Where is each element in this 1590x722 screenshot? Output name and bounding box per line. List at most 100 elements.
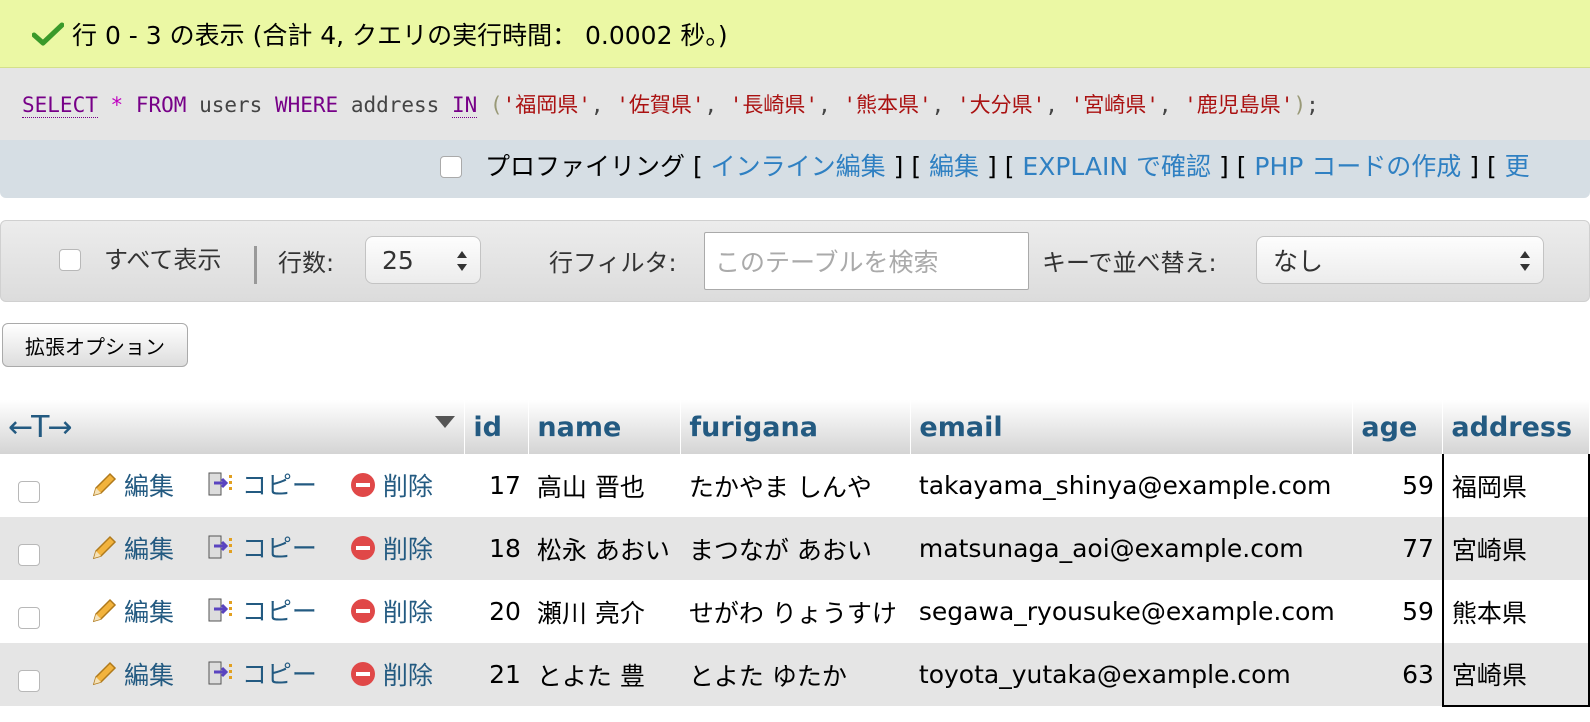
cell-address[interactable]: 福岡県 [1441,454,1590,517]
copy-action[interactable]: コピー [206,466,317,502]
sql-table: users [199,93,263,117]
cell-email[interactable]: segawa_ryousuke@example.com [910,580,1353,643]
cell-address[interactable]: 熊本県 [1441,580,1590,643]
extended-options-button[interactable]: 拡張オプション [2,323,188,367]
delete-action[interactable]: 削除 [349,593,433,629]
profiling-checkbox[interactable] [440,156,462,178]
edit-action[interactable]: 編集 [90,467,174,503]
check-icon [32,22,64,45]
cell-name[interactable]: とよた 豊 [528,643,681,706]
delete-icon [350,536,375,560]
row-filter-placeholder: このテーブルを検索 [715,248,939,277]
show-all-label[interactable]: すべて表示 [104,240,221,275]
cell-email[interactable]: matsunaga_aoi@example.com [910,517,1353,580]
delete-action[interactable]: 削除 [349,656,433,692]
pencil-icon [92,661,117,686]
cell-name[interactable]: 高山 晋也 [528,454,681,517]
edit-action[interactable]: 編集 [90,530,174,566]
inline-edit-link[interactable]: インライン編集 [711,152,886,181]
sort-key-label: キーで並べ替え: [1042,249,1217,277]
column-header-email[interactable]: email [910,400,1354,454]
cell-id[interactable]: 18 [464,517,529,580]
row-filter-label: 行フィルタ: [549,249,677,277]
delete-action[interactable]: 削除 [349,530,433,566]
cell-furigana[interactable]: まつなが あおい [680,517,911,580]
sql-column: address [350,93,440,117]
cell-furigana[interactable]: せがわ りょうすけ [680,580,911,643]
table-row: 編集 コピー 削除 21 とよた 豊 とよた ゆたか toyota_yutaka… [0,643,1590,707]
sql-query: SELECT * FROM users WHERE address IN ('福… [22,93,1319,118]
cell-age[interactable]: 63 [1352,643,1443,706]
row-checkbox[interactable] [18,607,40,629]
success-text: 行 0 - 3 の表示 (合計 4, クエリの実行時間： 0.0002 秒。) [72,20,728,50]
copy-icon [208,598,232,622]
edit-link[interactable]: 編集 [929,152,979,181]
show-all-checkbox[interactable] [59,249,81,271]
sort-key-value: なし [1273,247,1324,276]
sql-value: '宮崎県' [1070,93,1159,117]
sql-value: '熊本県' [843,93,932,117]
success-message: 行 0 - 3 の表示 (合計 4, クエリの実行時間： 0.0002 秒。) [0,0,1590,68]
column-header-furigana[interactable]: furigana [680,400,912,454]
sql-where: WHERE [274,93,339,117]
explain-link[interactable]: EXPLAIN で確認 [1022,152,1211,181]
sql-from: FROM [135,93,187,117]
copy-icon [208,472,232,496]
cell-id[interactable]: 17 [464,454,529,517]
edit-action[interactable]: 編集 [90,593,174,629]
rows-label: 行数: [278,249,335,277]
copy-action[interactable]: コピー [206,529,317,565]
cell-furigana[interactable]: たかやま しんや [680,454,911,517]
pencil-icon [92,598,117,623]
sql-value: '佐賀県' [616,93,705,117]
row-checkbox[interactable] [18,544,40,566]
row-actions: 編集 コピー 削除 [0,643,465,706]
edit-action[interactable]: 編集 [90,656,174,692]
delete-icon [350,662,375,686]
row-checkbox[interactable] [18,670,40,692]
php-code-link[interactable]: PHP コードの作成 [1254,152,1461,181]
sort-triangle-icon[interactable] [434,414,456,430]
column-header-age[interactable]: age [1352,400,1444,454]
column-arrows-header[interactable]: ←T→ [0,400,466,454]
cell-furigana[interactable]: とよた ゆたか [680,643,911,706]
cell-email[interactable]: takayama_shinya@example.com [910,454,1353,517]
more-link[interactable]: 更 [1505,152,1530,181]
cell-name[interactable]: 松永 あおい [528,517,681,580]
row-actions: 編集 コピー 削除 [0,580,465,643]
copy-icon [208,661,232,685]
cell-age[interactable]: 59 [1352,580,1443,643]
table-row: 編集 コピー 削除 20 瀬川 亮介 せがわ りょうすけ segawa_ryou… [0,580,1590,643]
row-checkbox[interactable] [18,481,40,503]
cell-age[interactable]: 77 [1352,517,1443,580]
delete-action[interactable]: 削除 [349,467,433,503]
table-row: 編集 コピー 削除 18 松永 あおい まつなが あおい matsunaga_a… [0,517,1590,580]
column-arrows-icon: ←T→ [8,409,73,445]
rows-select-value: 25 [382,245,414,275]
column-header-name[interactable]: name [528,400,682,454]
select-arrows-icon [1520,251,1530,271]
cell-address[interactable]: 宮崎県 [1441,517,1590,580]
cell-name[interactable]: 瀬川 亮介 [528,580,681,643]
sql-value: '鹿児島県' [1184,93,1294,117]
copy-action[interactable]: コピー [206,655,317,691]
column-header-id[interactable]: id [464,400,530,454]
cell-email[interactable]: toyota_yutaka@example.com [910,643,1353,706]
copy-action[interactable]: コピー [206,592,317,628]
sql-value: '福岡県' [502,93,591,117]
delete-icon [350,473,375,497]
profiling-label: プロファイリング [485,152,686,181]
cell-address[interactable]: 宮崎県 [1441,643,1590,707]
sort-key-select[interactable]: なし [1256,236,1544,284]
cell-age[interactable]: 59 [1352,454,1443,517]
sql-in[interactable]: IN [451,93,478,118]
sql-select[interactable]: SELECT [22,93,98,118]
results-table: ←T→ id name furigana email age address 編… [0,400,1590,707]
row-filter-input[interactable]: このテーブルを検索 [704,232,1029,290]
row-actions: 編集 コピー 削除 [0,454,465,517]
cell-id[interactable]: 20 [464,580,529,643]
cell-id[interactable]: 21 [464,643,529,706]
sql-query-box: SELECT * FROM users WHERE address IN ('福… [0,68,1590,140]
column-header-address[interactable]: address [1442,400,1590,454]
rows-select[interactable]: 25 [365,236,481,284]
